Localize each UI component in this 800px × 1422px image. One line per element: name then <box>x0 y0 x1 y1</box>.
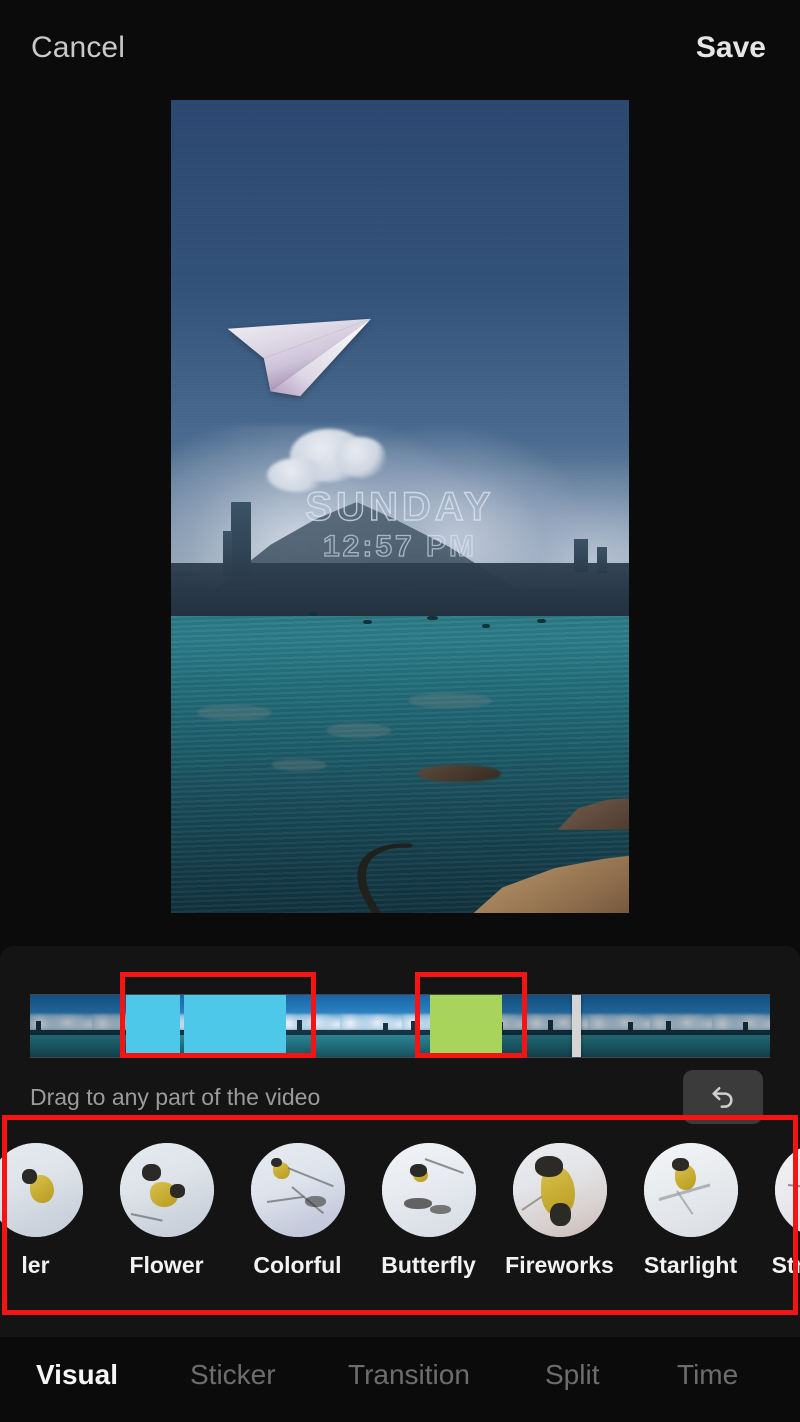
cloud-puff <box>335 437 387 479</box>
effect-thumbnail <box>0 1143 83 1237</box>
effect-label: ler <box>21 1252 50 1278</box>
building-tower <box>574 539 588 572</box>
editor-bottom-sheet: Drag to any part of the video ler Flower… <box>0 946 800 1422</box>
effect-label: Streamer <box>771 1252 800 1278</box>
effect-item[interactable]: Fireworks <box>494 1119 625 1279</box>
branch-silhouette <box>345 842 418 913</box>
save-button[interactable]: Save <box>696 31 766 65</box>
tab-time[interactable]: Time <box>677 1359 738 1391</box>
rock-outcrop <box>418 764 501 783</box>
submerged-rock <box>198 705 272 721</box>
effect-thumbnail <box>381 1143 476 1237</box>
effect-item[interactable]: Flower <box>101 1119 232 1279</box>
timeline-playhead[interactable] <box>572 995 581 1057</box>
undo-arrow-icon <box>712 1087 733 1108</box>
building-tower <box>230 502 251 576</box>
tab-transition[interactable]: Transition <box>348 1359 470 1391</box>
cyan-effect-segment[interactable] <box>126 995 180 1057</box>
cloud-puff <box>267 457 327 492</box>
effect-item[interactable]: Colorful <box>232 1119 363 1279</box>
filmstrip-frame <box>30 995 92 1057</box>
boat <box>537 618 547 623</box>
cyan-effect-segment[interactable] <box>248 995 270 1057</box>
submerged-rock <box>271 758 327 771</box>
effect-thumbnail <box>250 1143 345 1237</box>
building-tower <box>222 530 232 576</box>
filmstrip-frame <box>650 995 712 1057</box>
cyan-effect-segment[interactable] <box>268 995 286 1057</box>
filmstrip-frame <box>278 995 340 1057</box>
undo-button[interactable] <box>683 1070 763 1124</box>
tab-sticker[interactable]: Sticker <box>190 1359 276 1391</box>
effect-thumbnail <box>774 1143 800 1237</box>
paper-plane-sticker[interactable] <box>221 299 386 413</box>
video-preview[interactable]: SUNDAY 12:57 PM <box>171 100 629 913</box>
effects-carousel[interactable]: ler Flower Colorful Butterfly Fireworks … <box>0 1119 800 1317</box>
filmstrip-frame <box>588 995 650 1057</box>
tab-split[interactable]: Split <box>545 1359 599 1391</box>
effect-label: Starlight <box>643 1252 738 1278</box>
filmstrip-frame <box>712 995 770 1057</box>
bottom-tab-bar: Visual Sticker Transition Split Time <box>0 1337 800 1422</box>
cancel-button[interactable]: Cancel <box>31 31 125 65</box>
green-effect-segment[interactable] <box>430 995 502 1057</box>
effect-label: Colorful <box>253 1252 342 1278</box>
drag-hint-text: Drag to any part of the video <box>30 1084 321 1110</box>
effect-label: Butterfly <box>381 1252 476 1278</box>
effect-thumbnail <box>119 1143 214 1237</box>
effects-track: ler Flower Colorful Butterfly Fireworks … <box>0 1119 800 1279</box>
tab-visual[interactable]: Visual <box>36 1359 118 1391</box>
building-tower <box>596 547 607 574</box>
top-bar: Cancel Save <box>0 0 800 100</box>
effect-thumbnail <box>643 1143 738 1237</box>
sea-water <box>171 616 629 913</box>
video-editor-screen: Cancel Save Drag to any part of the vide… <box>0 0 800 1422</box>
filmstrip-frame <box>340 995 402 1057</box>
effect-label: Flower <box>129 1252 204 1278</box>
effect-thumbnail <box>512 1143 607 1237</box>
effect-item[interactable]: Streamer <box>756 1119 800 1279</box>
effect-item[interactable]: Starlight <box>625 1119 756 1279</box>
effect-item[interactable]: ler <box>0 1119 101 1279</box>
effect-item[interactable]: Butterfly <box>363 1119 494 1279</box>
video-timeline[interactable] <box>30 994 770 1058</box>
submerged-rock <box>326 723 391 738</box>
submerged-rock <box>409 693 492 709</box>
effect-label: Fireworks <box>505 1252 614 1278</box>
